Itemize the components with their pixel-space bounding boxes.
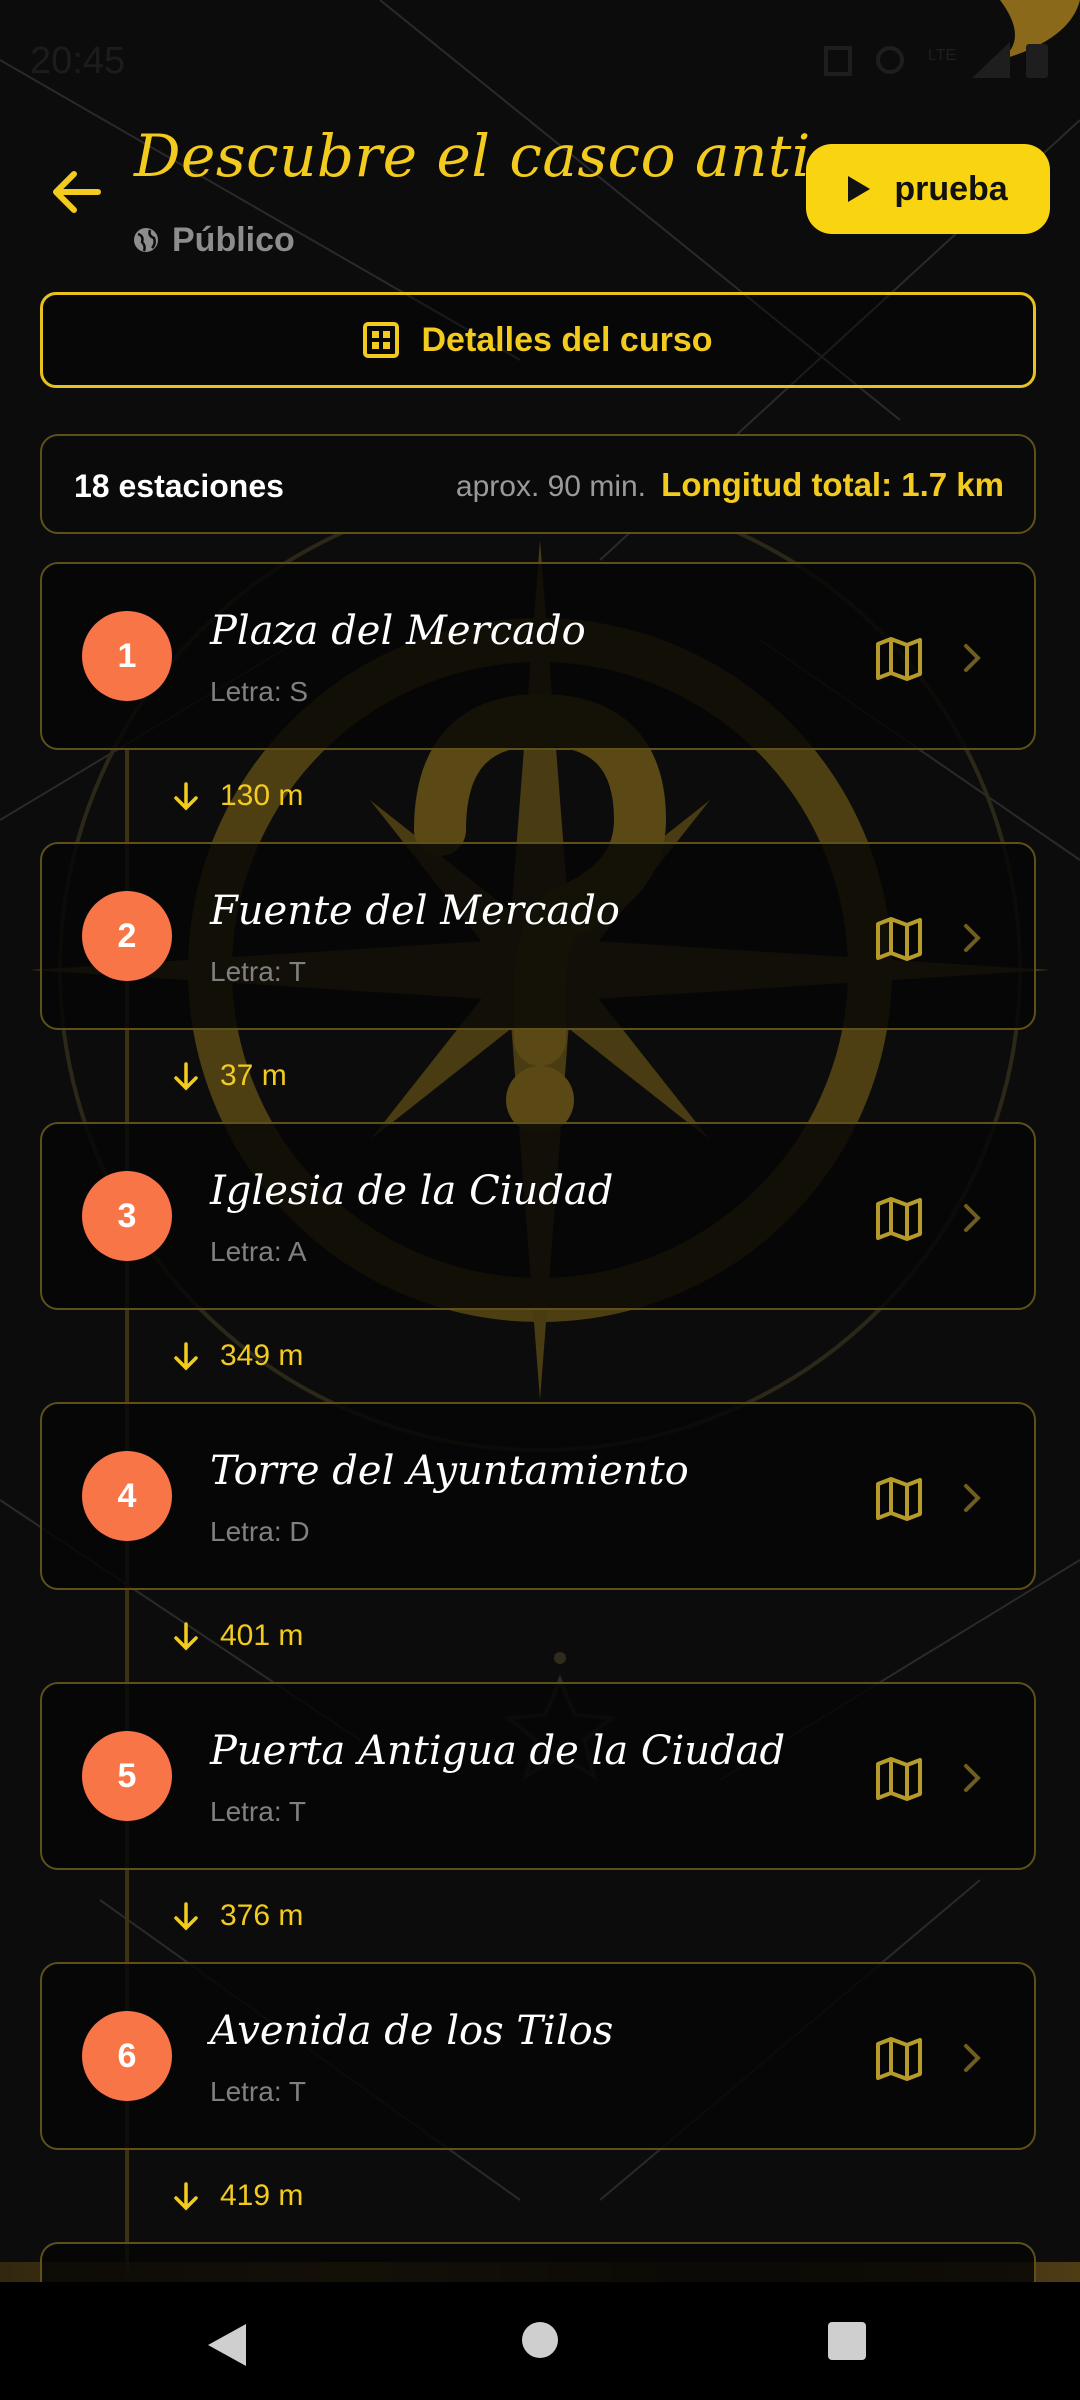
station-letter: Letra: T xyxy=(210,956,306,987)
duration-estimate: aprox. 90 min. xyxy=(455,470,646,503)
station-number: 3 xyxy=(82,1171,172,1261)
distance-label: 37 m xyxy=(220,1059,287,1092)
station-number: 6 xyxy=(82,2011,172,2101)
distance-label: 401 m xyxy=(220,1619,304,1652)
nav-home-icon[interactable] xyxy=(522,2322,558,2358)
grid-icon xyxy=(363,322,400,358)
station-number: 1 xyxy=(82,611,172,701)
distance-label: 376 m xyxy=(220,1899,304,1932)
arrow-down-icon xyxy=(174,1062,198,1091)
chevron-right-icon xyxy=(964,2044,981,2072)
station-letter: Letra: T xyxy=(210,1796,306,1827)
station-card[interactable]: 3 Iglesia de la Ciudad Letra: A xyxy=(40,1122,1036,1310)
course-details-label: Detalles del curso xyxy=(421,320,713,359)
arrow-down-icon xyxy=(174,1902,198,1931)
system-navigation-bar xyxy=(0,2282,1080,2400)
globe-icon xyxy=(134,228,158,252)
play-icon xyxy=(848,176,871,202)
station-card[interactable]: 1 Plaza del Mercado Letra: S xyxy=(40,562,1036,750)
distance-to-next: 376 m xyxy=(170,1892,303,1940)
station-letter: Letra: T xyxy=(210,2076,306,2107)
station-number: 5 xyxy=(82,1731,172,1821)
distance-to-next: 37 m xyxy=(170,1052,287,1100)
map-icon[interactable] xyxy=(874,634,924,684)
visibility-label: Público xyxy=(172,220,295,259)
visibility-status: Público xyxy=(132,218,295,262)
distance-label: 419 m xyxy=(220,2179,304,2212)
page-title: Descubre el casco antiguo xyxy=(134,122,922,190)
test-run-button[interactable]: prueba xyxy=(806,144,1050,234)
network-label: LTE xyxy=(928,47,956,64)
map-icon[interactable] xyxy=(874,914,924,964)
map-icon[interactable] xyxy=(874,2034,924,2084)
total-length: Longitud total: 1.7 km xyxy=(661,466,1004,503)
route-summary: 18 estaciones aprox. 90 min. Longitud to… xyxy=(40,434,1036,534)
chevron-right-icon xyxy=(964,1204,981,1232)
chevron-right-icon xyxy=(964,924,981,952)
distance-label: 130 m xyxy=(220,779,304,812)
station-count: 18 estaciones xyxy=(74,468,284,504)
nav-recent-apps-icon[interactable] xyxy=(828,2322,866,2360)
map-icon[interactable] xyxy=(874,1754,924,1804)
station-letter: Letra: D xyxy=(210,1516,310,1547)
back-button[interactable] xyxy=(44,160,108,224)
station-letter: Letra: A xyxy=(210,1236,307,1267)
status-time: 20:45 xyxy=(30,40,126,82)
station-number: 4 xyxy=(82,1451,172,1541)
status-icons: LTE xyxy=(824,42,1048,78)
test-run-label: prueba xyxy=(894,169,1008,208)
station-name: Plaza del Mercado xyxy=(210,608,586,654)
station-card[interactable]: 4 Torre del Ayuntamiento Letra: D xyxy=(40,1402,1036,1590)
distance-to-next: 349 m xyxy=(170,1332,303,1380)
nav-back-icon[interactable] xyxy=(206,2322,248,2368)
station-card[interactable]: 6 Avenida de los Tilos Letra: T xyxy=(40,1962,1036,2150)
chevron-right-icon xyxy=(964,644,981,672)
distance-label: 349 m xyxy=(220,1339,304,1372)
station-name: Iglesia de la Ciudad xyxy=(210,1168,614,1214)
arrow-left-icon xyxy=(53,171,101,213)
map-icon[interactable] xyxy=(874,1194,924,1244)
station-card[interactable]: 5 Puerta Antigua de la Ciudad Letra: T xyxy=(40,1682,1036,1870)
arrow-down-icon xyxy=(174,782,198,811)
station-name: Fuente del Mercado xyxy=(210,888,620,934)
chevron-right-icon xyxy=(964,1764,981,1792)
map-icon[interactable] xyxy=(874,1474,924,1524)
course-details-button[interactable]: Detalles del curso xyxy=(40,292,1036,388)
arrow-down-icon xyxy=(174,1622,198,1651)
station-card[interactable]: 2 Fuente del Mercado Letra: T xyxy=(40,842,1036,1030)
station-name: Torre del Ayuntamiento xyxy=(210,1448,689,1494)
distance-to-next: 401 m xyxy=(170,1612,303,1660)
distance-to-next: 130 m xyxy=(170,772,303,820)
station-number: 2 xyxy=(82,891,172,981)
arrow-down-icon xyxy=(174,1342,198,1371)
arrow-down-icon xyxy=(174,2182,198,2211)
station-name: Puerta Antigua de la Ciudad xyxy=(210,1728,786,1774)
distance-to-next: 419 m xyxy=(170,2172,303,2220)
station-letter: Letra: S xyxy=(210,676,309,707)
chevron-right-icon xyxy=(964,1484,981,1512)
status-bar: 20:45 LTE xyxy=(0,0,1080,120)
station-name: Avenida de los Tilos xyxy=(210,2008,614,2054)
